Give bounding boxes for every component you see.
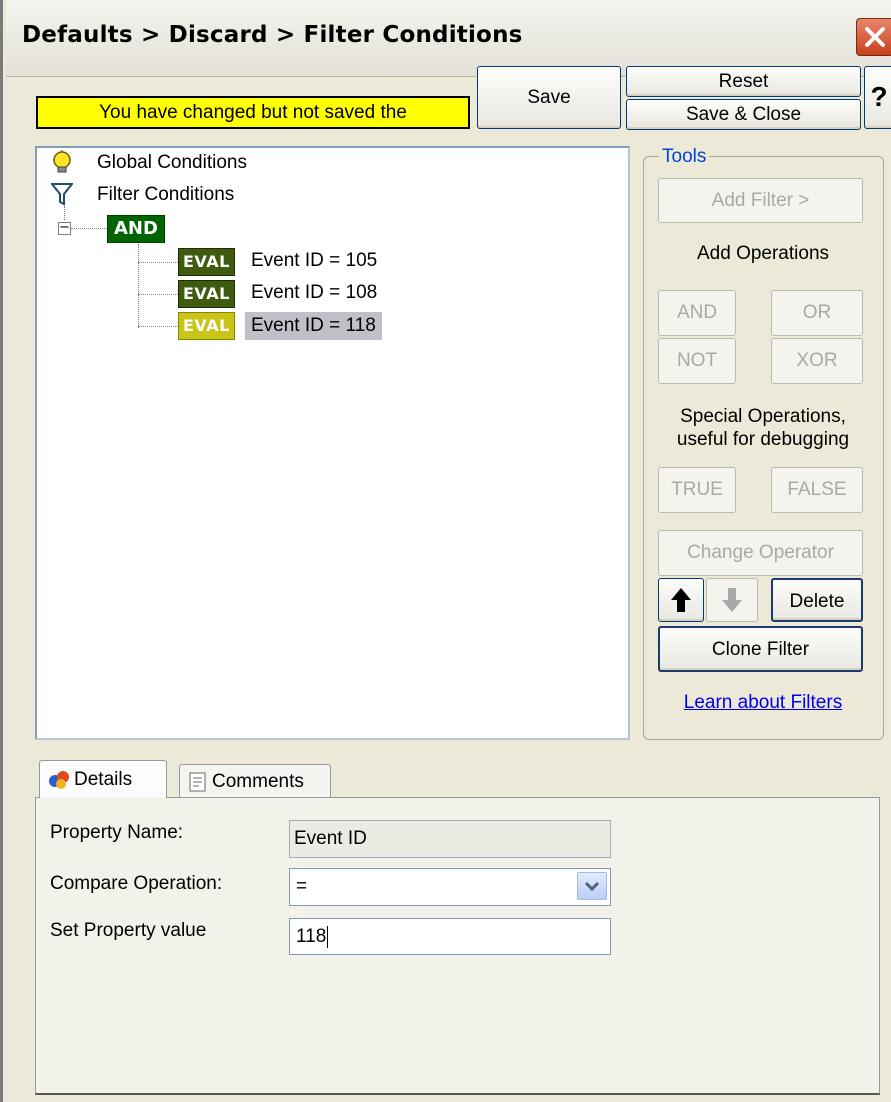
arrow-up-icon [671, 588, 691, 612]
eval-badge-selected: EVAL [178, 312, 235, 340]
true-button[interactable]: TRUE [658, 467, 736, 513]
not-button[interactable]: NOT [658, 338, 736, 384]
learn-about-filters-link[interactable]: Learn about Filters [648, 692, 878, 714]
close-button[interactable] [856, 18, 891, 56]
details-icon [49, 771, 69, 789]
clone-filter-button[interactable]: Clone Filter [658, 626, 863, 672]
chevron-down-icon [584, 881, 600, 892]
tree-item-filter-conditions[interactable]: Filter Conditions [97, 184, 234, 206]
text-cursor [327, 925, 329, 948]
tree-item-event-105[interactable]: Event ID = 105 [251, 250, 377, 272]
arrow-down-icon [722, 588, 742, 612]
special-ops-label: Special Operations, [680, 406, 846, 427]
compare-operation-select[interactable]: = [289, 868, 611, 906]
tab-comments-label: Comments [212, 771, 304, 792]
window-title: Defaults > Discard > Filter Conditions [22, 22, 523, 48]
xor-button[interactable]: XOR [771, 338, 863, 384]
delete-button[interactable]: Delete [771, 578, 863, 622]
help-button[interactable]: ? [864, 66, 891, 129]
tools-legend: Tools [659, 146, 710, 168]
add-operations-label: Add Operations [696, 243, 830, 264]
filter-tree[interactable]: Global Conditions Filter Conditions − AN… [35, 146, 630, 740]
compare-operation-label: Compare Operation: [50, 873, 223, 894]
move-up-button[interactable] [658, 578, 704, 622]
tab-details-label: Details [74, 769, 133, 790]
collapse-toggle[interactable]: − [58, 221, 71, 235]
tree-item-global-conditions[interactable]: Global Conditions [97, 152, 247, 174]
property-name-field: Event ID [289, 820, 611, 858]
filter-conditions-window: Defaults > Discard > Filter Conditions Y… [0, 0, 891, 1102]
property-value-text: 118 [296, 926, 327, 947]
comments-icon [189, 772, 206, 792]
eval-badge: EVAL [178, 280, 235, 308]
false-button[interactable]: FALSE [771, 467, 863, 513]
dropdown-button[interactable] [577, 872, 607, 900]
details-panel: Property Name: Event ID Compare Operatio… [35, 797, 880, 1095]
tab-details[interactable]: Details [39, 760, 167, 798]
special-ops-sublabel: useful for debugging [676, 429, 850, 450]
save-button[interactable]: Save [477, 66, 621, 129]
close-icon [865, 27, 885, 47]
tab-comments[interactable]: Comments [179, 764, 331, 798]
and-operator-node[interactable]: AND [107, 215, 165, 243]
eval-badge: EVAL [178, 248, 235, 276]
and-button[interactable]: AND [658, 290, 736, 336]
add-filter-button[interactable]: Add Filter > [658, 178, 863, 223]
tree-item-event-118[interactable]: Event ID = 118 [245, 312, 382, 340]
move-down-button[interactable] [706, 578, 758, 622]
property-name-label: Property Name: [50, 822, 184, 843]
set-property-value-label: Set Property value [50, 920, 207, 941]
property-value-input[interactable]: 118 [289, 918, 611, 955]
tree-item-event-108[interactable]: Event ID = 108 [251, 282, 377, 304]
funnel-icon [51, 183, 73, 206]
change-operator-button[interactable]: Change Operator [658, 530, 863, 576]
unsaved-warning: You have changed but not saved the [36, 96, 470, 129]
save-close-button[interactable]: Save & Close [626, 99, 861, 130]
compare-operation-value: = [296, 876, 308, 897]
or-button[interactable]: OR [771, 290, 863, 336]
reset-button[interactable]: Reset [626, 66, 861, 97]
lightbulb-icon [53, 150, 71, 173]
